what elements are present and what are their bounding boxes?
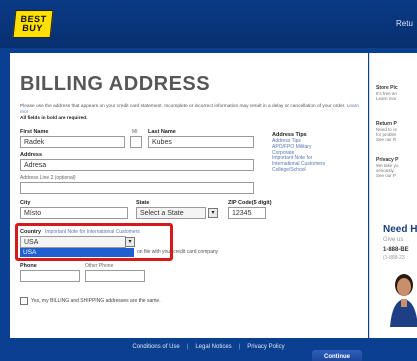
privacy-link[interactable]: See our P xyxy=(376,173,396,178)
footer-links: Conditions of Use | Legal Notices | Privacy … xyxy=(0,344,417,350)
best-buy-logo[interactable]: BEST BUY xyxy=(12,10,54,38)
country-highlight-box xyxy=(15,223,173,261)
billing-form-card: BILLING ADDRESS Please use the address t… xyxy=(10,53,368,361)
state-label: State xyxy=(136,200,150,206)
intro-text: Please use the address that appears on y… xyxy=(20,104,360,115)
footer-conditions-link[interactable]: Conditions of Use xyxy=(132,344,179,350)
support-phone: 1-888-BE xyxy=(383,247,409,253)
top-nav-link[interactable]: Retu xyxy=(396,19,413,28)
city-label: City xyxy=(20,200,31,206)
return-link[interactable]: See our R xyxy=(376,137,396,142)
footer-separator: | xyxy=(186,344,189,350)
same-address-checkbox[interactable] xyxy=(20,297,28,305)
support-phone-digits: (1-888-23 xyxy=(383,255,405,261)
page-title: BILLING ADDRESS xyxy=(20,73,211,95)
top-header: BEST BUY Retu xyxy=(0,0,417,48)
logo-text-bottom: BUY xyxy=(21,23,44,33)
address2-field[interactable] xyxy=(20,182,254,194)
address-tips-list: Address Tips APO/FPO Military Corporate … xyxy=(272,138,362,174)
address2-label: Address Line 2 (optional) xyxy=(20,175,76,181)
footer-separator: | xyxy=(238,344,241,350)
footer-legal-link[interactable]: Legal Notices xyxy=(195,344,231,350)
tip-link-college[interactable]: College/School xyxy=(272,167,362,174)
mi-label: MI xyxy=(132,129,138,135)
required-note: All fields in bold are required. xyxy=(20,116,88,121)
first-name-label: First Name xyxy=(20,129,49,135)
address-label: Address xyxy=(20,152,43,158)
footer-privacy-link[interactable]: Privacy Policy xyxy=(247,344,284,350)
state-dropdown-arrow-icon[interactable]: ▾ xyxy=(208,208,218,218)
first-name-field[interactable]: Radek xyxy=(20,136,125,148)
other-phone-field[interactable] xyxy=(85,270,145,282)
last-name-label: Last Name xyxy=(148,129,176,135)
mi-field[interactable] xyxy=(130,136,142,148)
phone-field[interactable] xyxy=(20,270,80,282)
support-agent-photo xyxy=(390,274,417,327)
need-help-heading: Need H xyxy=(383,224,417,235)
other-phone-label: Other Phone xyxy=(85,263,114,269)
address-field[interactable]: Adresa xyxy=(20,159,254,171)
give-us-text: Give us xyxy=(383,237,404,243)
same-address-label: Yes, my BILLING and SHIPPING addresses a… xyxy=(31,298,161,304)
intro-text-main: Please use the address that appears on y… xyxy=(20,104,346,109)
continue-button[interactable]: Continue xyxy=(312,350,362,361)
city-field[interactable]: Místo xyxy=(20,207,128,219)
phone-label: Phone xyxy=(20,263,37,269)
state-select[interactable]: Select a State xyxy=(136,207,206,219)
credit-card-note: on file with your credit card company xyxy=(137,249,219,255)
zip-field[interactable]: 12345 xyxy=(228,207,266,219)
zip-label: ZIP Code(5 digit) xyxy=(228,200,272,206)
store-pickup-link[interactable]: Learn mor xyxy=(376,96,397,101)
last-name-field[interactable]: Kubes xyxy=(148,136,254,148)
